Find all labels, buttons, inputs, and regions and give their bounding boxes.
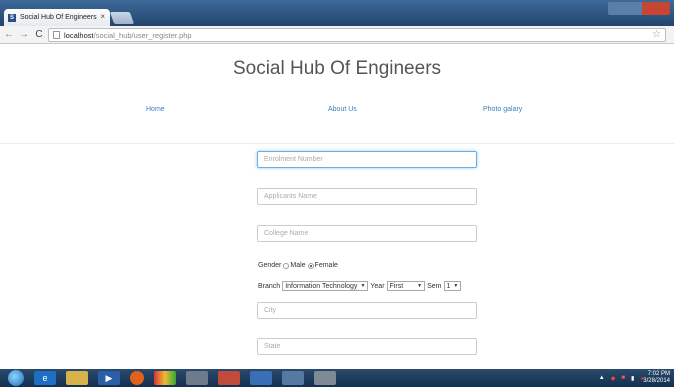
maximize-button[interactable] bbox=[626, 2, 642, 15]
sem-value: 1 bbox=[446, 282, 451, 290]
close-window-button[interactable] bbox=[642, 2, 670, 15]
new-tab-button[interactable] bbox=[109, 12, 135, 24]
app-icon[interactable] bbox=[250, 371, 272, 385]
address-bar[interactable]: localhost /social_hub/user_register.php … bbox=[48, 28, 666, 42]
main-nav: Home About Us Photo galary bbox=[0, 106, 674, 120]
app-icon[interactable] bbox=[282, 371, 304, 385]
gender-male-label: Male bbox=[290, 262, 306, 269]
media-player-icon[interactable]: ▶ bbox=[98, 371, 120, 385]
firefox-icon[interactable] bbox=[130, 371, 144, 385]
reload-icon[interactable]: C bbox=[33, 29, 45, 40]
applicant-name-input[interactable]: Applicants Name bbox=[257, 188, 477, 205]
branch-label: Branch bbox=[258, 282, 281, 290]
gender-group: Gender Male Female bbox=[258, 262, 338, 269]
back-arrow-icon[interactable]: ← bbox=[3, 29, 15, 40]
sem-select[interactable]: 1 ▼ bbox=[443, 281, 462, 291]
system-tray: ▲ ◆ ■ ▮ ◂ 7:02 PM 3/28/2014 bbox=[593, 371, 670, 385]
site-favicon-icon: S bbox=[8, 13, 16, 22]
browser-toolbar: ← → C localhost /social_hub/user_registe… bbox=[0, 26, 674, 44]
clock-date: 3/28/2014 bbox=[643, 378, 670, 384]
nav-link-about-us[interactable]: About Us bbox=[328, 106, 357, 113]
app-icon[interactable] bbox=[218, 371, 240, 385]
gender-label: Gender bbox=[258, 262, 282, 269]
state-input[interactable]: State bbox=[257, 338, 477, 355]
gender-female-radio[interactable] bbox=[307, 262, 314, 269]
browser-tab-strip: S Social Hub Of Engineers × bbox=[0, 0, 674, 26]
window-controls bbox=[608, 2, 670, 15]
college-name-input[interactable]: College Name bbox=[257, 225, 477, 242]
chevron-down-icon: ▼ bbox=[360, 283, 366, 289]
tray-arrow-icon[interactable]: ▲ bbox=[599, 375, 605, 381]
gender-female-label: Female bbox=[314, 262, 338, 269]
academic-selects: Branch Information Technology ▼ Year Fir… bbox=[258, 281, 463, 291]
page-icon bbox=[53, 31, 60, 39]
url-path: /social_hub/user_register.php bbox=[93, 30, 192, 40]
app-icon[interactable] bbox=[186, 371, 208, 385]
year-label: Year bbox=[370, 282, 385, 290]
windows-taskbar: e ▶ ▲ ◆ ■ ▮ ◂ 7:02 PM 3/28/2014 bbox=[0, 369, 674, 387]
clock-time: 7:02 PM bbox=[647, 371, 670, 377]
tray-app-icon[interactable]: ■ bbox=[621, 375, 625, 381]
internet-explorer-icon[interactable]: e bbox=[34, 371, 56, 385]
branch-select[interactable]: Information Technology ▼ bbox=[282, 281, 369, 291]
chevron-down-icon: ▼ bbox=[453, 283, 459, 289]
url-host: localhost bbox=[64, 30, 94, 40]
nav-link-photo-gallery[interactable]: Photo galary bbox=[483, 106, 522, 113]
browser-tab[interactable]: S Social Hub Of Engineers × bbox=[4, 9, 110, 26]
page-title: Social Hub Of Engineers bbox=[232, 58, 442, 79]
file-explorer-icon[interactable] bbox=[66, 371, 88, 385]
gender-male-radio[interactable] bbox=[283, 262, 290, 269]
chrome-icon[interactable] bbox=[154, 371, 176, 385]
network-icon[interactable]: ▮ bbox=[631, 375, 634, 382]
nav-link-home[interactable]: Home bbox=[146, 106, 165, 113]
tray-app-icon[interactable]: ◆ bbox=[611, 375, 616, 382]
year-select[interactable]: First ▼ bbox=[386, 281, 426, 291]
year-value: First bbox=[389, 282, 404, 290]
sem-label: Sem bbox=[427, 282, 442, 290]
tab-title: Social Hub Of Engineers bbox=[20, 14, 97, 21]
tab-close-icon[interactable]: × bbox=[100, 12, 105, 21]
city-input[interactable]: City bbox=[257, 302, 477, 319]
forward-arrow-icon[interactable]: → bbox=[18, 29, 30, 40]
start-button[interactable] bbox=[8, 370, 24, 386]
taskbar-clock[interactable]: 7:02 PM 3/28/2014 bbox=[643, 371, 670, 385]
enrollment-number-input[interactable]: Enrolment Number bbox=[257, 151, 477, 168]
minimize-button[interactable] bbox=[608, 2, 626, 15]
nav-divider bbox=[0, 143, 674, 144]
branch-value: Information Technology bbox=[285, 282, 358, 290]
chevron-down-icon: ▼ bbox=[417, 283, 423, 289]
bookmark-star-icon[interactable]: ☆ bbox=[652, 29, 661, 41]
app-icon[interactable] bbox=[314, 371, 336, 385]
